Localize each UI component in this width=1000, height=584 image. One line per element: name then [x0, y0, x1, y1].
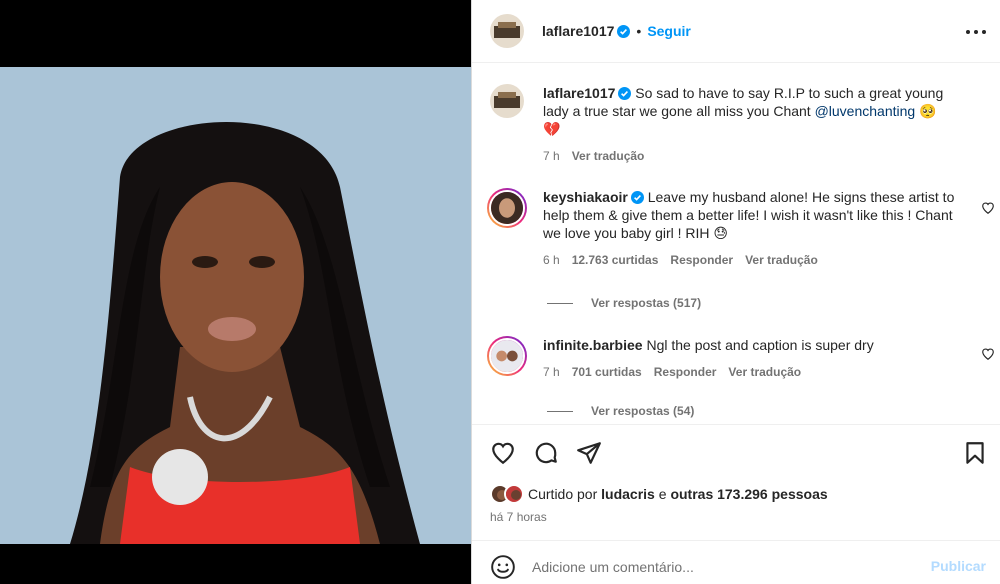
- comment-text: Ngl the post and caption is super dry: [642, 337, 874, 353]
- follow-button[interactable]: Seguir: [647, 23, 691, 39]
- save-bookmark-icon[interactable]: [962, 440, 988, 466]
- view-replies-button[interactable]: Ver respostas (54): [547, 404, 694, 418]
- comment-like-heart-icon[interactable]: [981, 201, 995, 215]
- verified-badge-icon: [617, 24, 631, 38]
- author-username[interactable]: laflare1017: [542, 23, 614, 39]
- publish-button[interactable]: Publicar: [931, 558, 986, 574]
- caption-time[interactable]: 7 h: [543, 147, 560, 165]
- liker-avatar: [504, 484, 524, 504]
- comment-username[interactable]: keyshiakaoir: [543, 189, 628, 205]
- post-media: [0, 0, 471, 584]
- divider: [472, 540, 1000, 541]
- post-header: laflare1017 • Seguir: [472, 0, 1000, 63]
- comment-time[interactable]: 6 h: [543, 251, 560, 269]
- comment-avatar[interactable]: [487, 336, 527, 376]
- comment-item: infinite.barbiee Ngl the post and captio…: [487, 336, 990, 381]
- divider: [472, 424, 1000, 425]
- caption-emoji: 🥺: [919, 103, 937, 119]
- post-photo[interactable]: [0, 67, 471, 544]
- comment-username[interactable]: infinite.barbiee: [543, 337, 643, 353]
- like-heart-icon[interactable]: [490, 440, 516, 466]
- comment-likes[interactable]: 701 curtidas: [572, 363, 642, 381]
- liked-by-middle: e: [654, 486, 671, 502]
- comments-section: laflare1017 So sad to have to say R.I.P …: [472, 64, 1000, 424]
- caption-emoji-heart: 💔: [543, 121, 561, 137]
- post-panel: laflare1017 • Seguir laflare1017 So sad …: [471, 0, 1000, 584]
- view-replies-label: Ver respostas (517): [591, 296, 702, 310]
- translate-link[interactable]: Ver tradução: [745, 251, 818, 269]
- verified-badge-icon: [618, 86, 632, 100]
- author-avatar[interactable]: [490, 14, 524, 48]
- comment-speech-bubble-icon[interactable]: [533, 440, 559, 466]
- header-separator: •: [636, 23, 642, 39]
- liked-by-user[interactable]: ludacris: [601, 486, 655, 502]
- view-replies-button[interactable]: Ver respostas (517): [547, 296, 701, 310]
- caption-translate-link[interactable]: Ver tradução: [572, 147, 645, 165]
- comment-item: keyshiakaoir Leave my husband alone! He …: [487, 188, 990, 269]
- caption-mention[interactable]: @luvenchanting: [815, 103, 916, 119]
- comment-time[interactable]: 7 h: [543, 363, 560, 381]
- translate-link[interactable]: Ver tradução: [728, 363, 801, 381]
- post-timestamp[interactable]: há 7 horas: [490, 510, 547, 524]
- liked-by-prefix: Curtido por: [528, 486, 602, 502]
- caption-username[interactable]: laflare1017: [543, 85, 615, 101]
- comment-like-heart-icon[interactable]: [981, 347, 995, 361]
- reply-button[interactable]: Responder: [654, 363, 717, 381]
- verified-badge-icon: [630, 190, 644, 204]
- emoji-smiley-icon[interactable]: [490, 554, 516, 580]
- caption: laflare1017 So sad to have to say R.I.P …: [490, 84, 990, 165]
- comment-likes[interactable]: 12.763 curtidas: [572, 251, 659, 269]
- comment-avatar[interactable]: [487, 188, 527, 228]
- reply-button[interactable]: Responder: [670, 251, 733, 269]
- more-options-icon[interactable]: [966, 22, 986, 42]
- liked-by-others[interactable]: outras 173.296 pessoas: [670, 486, 827, 502]
- view-replies-label: Ver respostas (54): [591, 404, 695, 418]
- comment-input[interactable]: [532, 555, 892, 579]
- share-paper-plane-icon[interactable]: [576, 440, 602, 466]
- caption-avatar[interactable]: [490, 84, 524, 118]
- likes-summary: Curtido por ludacris e outras 173.296 pe…: [490, 484, 828, 504]
